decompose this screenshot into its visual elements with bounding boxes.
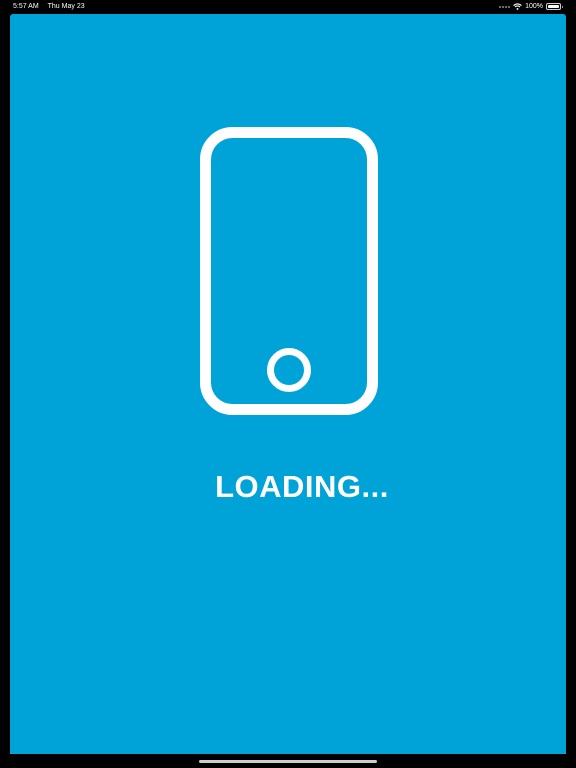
home-indicator[interactable] [199, 760, 377, 763]
battery-icon [546, 3, 563, 10]
cellular-dots-icon [499, 5, 511, 8]
status-bar-left: 5:57 AM Thu May 23 [13, 0, 85, 13]
status-bar: 5:57 AM Thu May 23 100% [0, 0, 576, 13]
battery-level-fill [548, 5, 559, 8]
status-date: Thu May 23 [47, 3, 85, 10]
status-time: 5:57 AM [13, 3, 39, 10]
wifi-icon [513, 3, 522, 10]
smartphone-icon [200, 127, 378, 415]
loading-label: LOADING... [215, 469, 389, 504]
device-frame: 5:57 AM Thu May 23 100% LOADING... [0, 0, 576, 768]
splash-screen: LOADING... [10, 14, 566, 754]
status-bar-right: 100% [499, 0, 563, 13]
battery-tip [561, 6, 563, 8]
battery-percent: 100% [525, 3, 543, 10]
